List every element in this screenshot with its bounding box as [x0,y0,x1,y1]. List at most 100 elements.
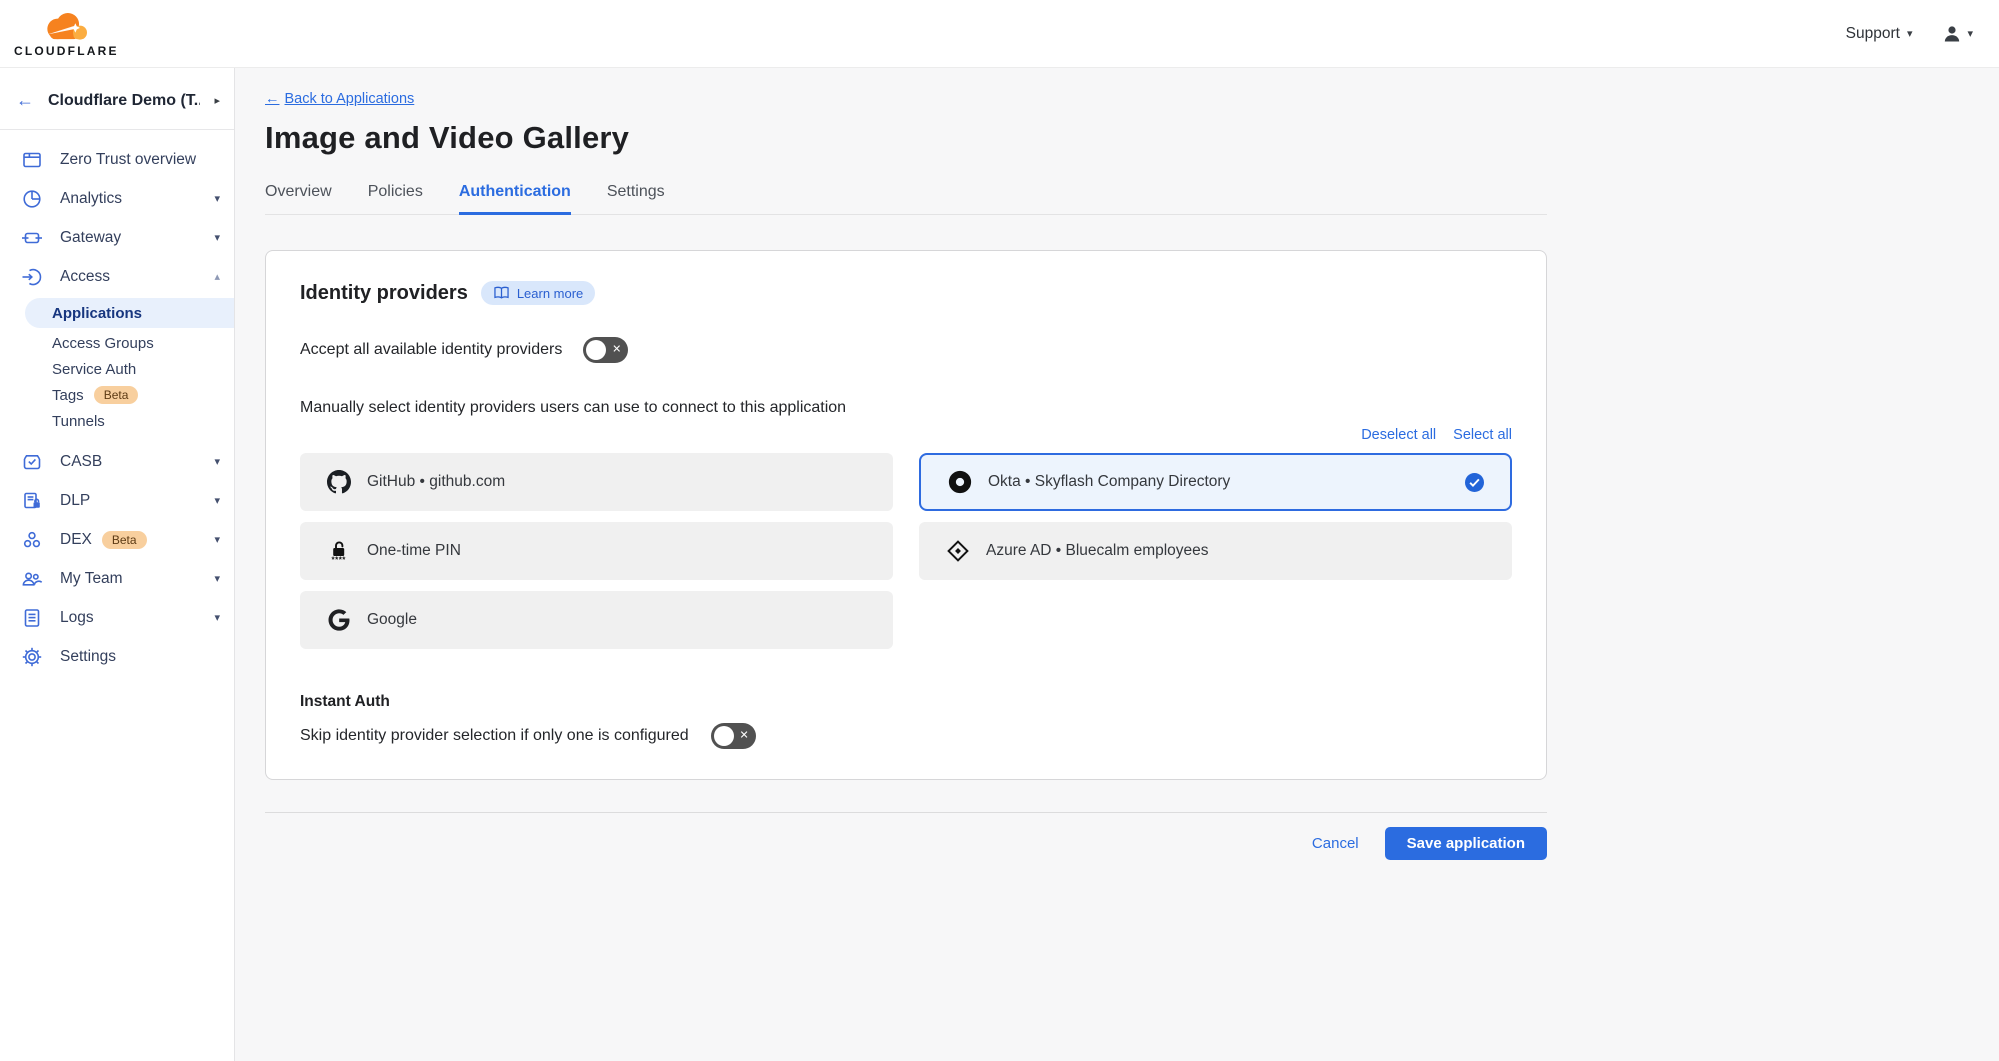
sidebar-item-label: Applications [52,305,142,322]
back-to-applications-link[interactable]: ← Back to Applications [265,91,414,107]
tab-bar: Overview Policies Authentication Setting… [265,183,1547,215]
learn-more-badge[interactable]: Learn more [481,281,595,305]
dex-cluster-icon [21,529,43,551]
sidebar-item-label: Tags [52,387,84,404]
footer: Cancel Save application [265,812,1547,860]
tab-authentication[interactable]: Authentication [459,183,571,215]
sidebar-item-label: Analytics [60,190,122,208]
chevron-down-icon: ▾ [214,494,220,507]
provider-label: GitHub • github.com [367,473,505,491]
people-icon [21,568,43,590]
sidebar-item-zero-trust-overview[interactable]: Zero Trust overview [0,140,234,179]
google-icon [326,609,352,631]
chevron-down-icon: ▾ [214,533,220,546]
beta-badge: Beta [102,531,147,549]
document-lock-icon [21,490,43,512]
back-arrow-icon[interactable]: ← [16,90,34,111]
casb-box-check-icon [21,451,43,473]
toggle-knob [586,340,606,360]
sidebar-item-label: Logs [60,609,94,627]
sidebar-item-label: Zero Trust overview [60,151,196,169]
sidebar-item-label: DEX [60,531,92,549]
provider-tile-github[interactable]: GitHub • github.com [300,453,893,511]
sidebar-item-logs[interactable]: Logs ▾ [0,598,234,637]
skip-selection-toggle[interactable]: ✕ [711,723,756,749]
accept-all-toggle[interactable]: ✕ [583,337,628,363]
select-all-link[interactable]: Select all [1453,427,1512,443]
provider-tile-google[interactable]: Google [300,591,893,649]
account-switcher[interactable]: ← Cloudflare Demo (T... ▸ [0,82,234,129]
cancel-button[interactable]: Cancel [1312,835,1359,852]
sidebar-item-label: Access Groups [52,335,154,352]
back-arrow-icon: ← [265,91,280,107]
sidebar-item-tags[interactable]: Tags Beta [0,382,234,408]
tab-policies[interactable]: Policies [368,183,423,215]
account-name: Cloudflare Demo (T... [48,92,200,110]
support-menu[interactable]: Support ▾ [1846,25,1913,43]
skip-selection-label: Skip identity provider selection if only… [300,727,689,745]
gear-icon [21,646,43,668]
selected-check-icon [1465,473,1484,492]
provider-label: Google [367,611,417,629]
tab-settings[interactable]: Settings [607,183,665,215]
sidebar-item-label: Tunnels [52,413,105,430]
manual-select-label: Manually select identity providers users… [300,399,1512,417]
sidebar-item-label: Gateway [60,229,121,247]
provider-tile-one-time-pin[interactable]: **** One-time PIN [300,522,893,580]
topbar: CLOUDFLARE Support ▾ ▾ [0,0,1999,68]
chevron-down-icon: ▾ [214,231,220,244]
accept-all-label: Accept all available identity providers [300,341,562,359]
azure-ad-icon [945,539,971,563]
provider-tile-azure-ad[interactable]: Azure AD • Bluecalm employees [919,522,1512,580]
sidebar-item-service-auth[interactable]: Service Auth [0,356,234,382]
toggle-knob [714,726,734,746]
back-link-label: Back to Applications [285,91,415,107]
sidebar-item-dlp[interactable]: DLP ▾ [0,481,234,520]
book-icon [493,286,510,300]
provider-tile-okta[interactable]: Okta • Skyflash Company Directory [919,453,1512,511]
sidebar-item-dex[interactable]: DEX Beta ▾ [0,520,234,559]
github-icon [326,470,352,494]
cloudflare-wordmark: CLOUDFLARE [14,45,119,57]
cloudflare-logo[interactable]: CLOUDFLARE [14,10,119,57]
sidebar-item-label: Settings [60,648,116,666]
sidebar-item-gateway[interactable]: Gateway ▾ [0,218,234,257]
pie-chart-icon [21,188,43,210]
sidebar-item-access-groups[interactable]: Access Groups [0,330,234,356]
sidebar-item-tunnels[interactable]: Tunnels [0,408,234,434]
user-icon [1942,24,1962,44]
chevron-down-icon: ▾ [1967,27,1973,40]
svg-text:****: **** [331,555,346,563]
sidebar-item-applications[interactable]: Applications [25,298,234,328]
sidebar-item-settings[interactable]: Settings [0,637,234,676]
sidebar-item-casb[interactable]: CASB ▾ [0,442,234,481]
page-title: Image and Video Gallery [265,120,1999,156]
sidebar-item-access[interactable]: Access ▴ [0,257,234,296]
main-content: ← Back to Applications Image and Video G… [235,68,1999,1061]
instant-auth-heading: Instant Auth [300,693,1512,711]
learn-more-label: Learn more [517,287,583,300]
toggle-off-x-icon: ✕ [739,730,748,741]
card-heading: Identity providers [300,282,468,305]
beta-badge: Beta [94,386,139,404]
cloudflare-cloud-icon [38,10,94,44]
chevron-down-icon: ▾ [214,192,220,205]
chevron-down-icon: ▾ [214,572,220,585]
deselect-all-link[interactable]: Deselect all [1361,427,1436,443]
provider-tiles: GitHub • github.com Okta • Skyflash Comp… [300,453,1512,649]
access-sub-list: Applications Access Groups Service Auth … [0,296,234,442]
identity-providers-card: Identity providers Learn more Accept all… [265,250,1547,780]
sidebar-item-my-team[interactable]: My Team ▾ [0,559,234,598]
sidebar-item-analytics[interactable]: Analytics ▾ [0,179,234,218]
tab-overview[interactable]: Overview [265,183,332,215]
provider-label: Azure AD • Bluecalm employees [986,542,1209,560]
one-time-pin-lock-icon: **** [326,539,352,563]
chevron-right-icon: ▸ [214,94,220,107]
gateway-icon [21,227,43,249]
chevron-up-icon: ▴ [214,270,220,283]
sidebar-item-label: CASB [60,453,102,471]
okta-icon [947,470,973,494]
chevron-down-icon: ▾ [1907,27,1913,40]
user-menu[interactable]: ▾ [1942,24,1973,44]
save-application-button[interactable]: Save application [1385,827,1547,860]
